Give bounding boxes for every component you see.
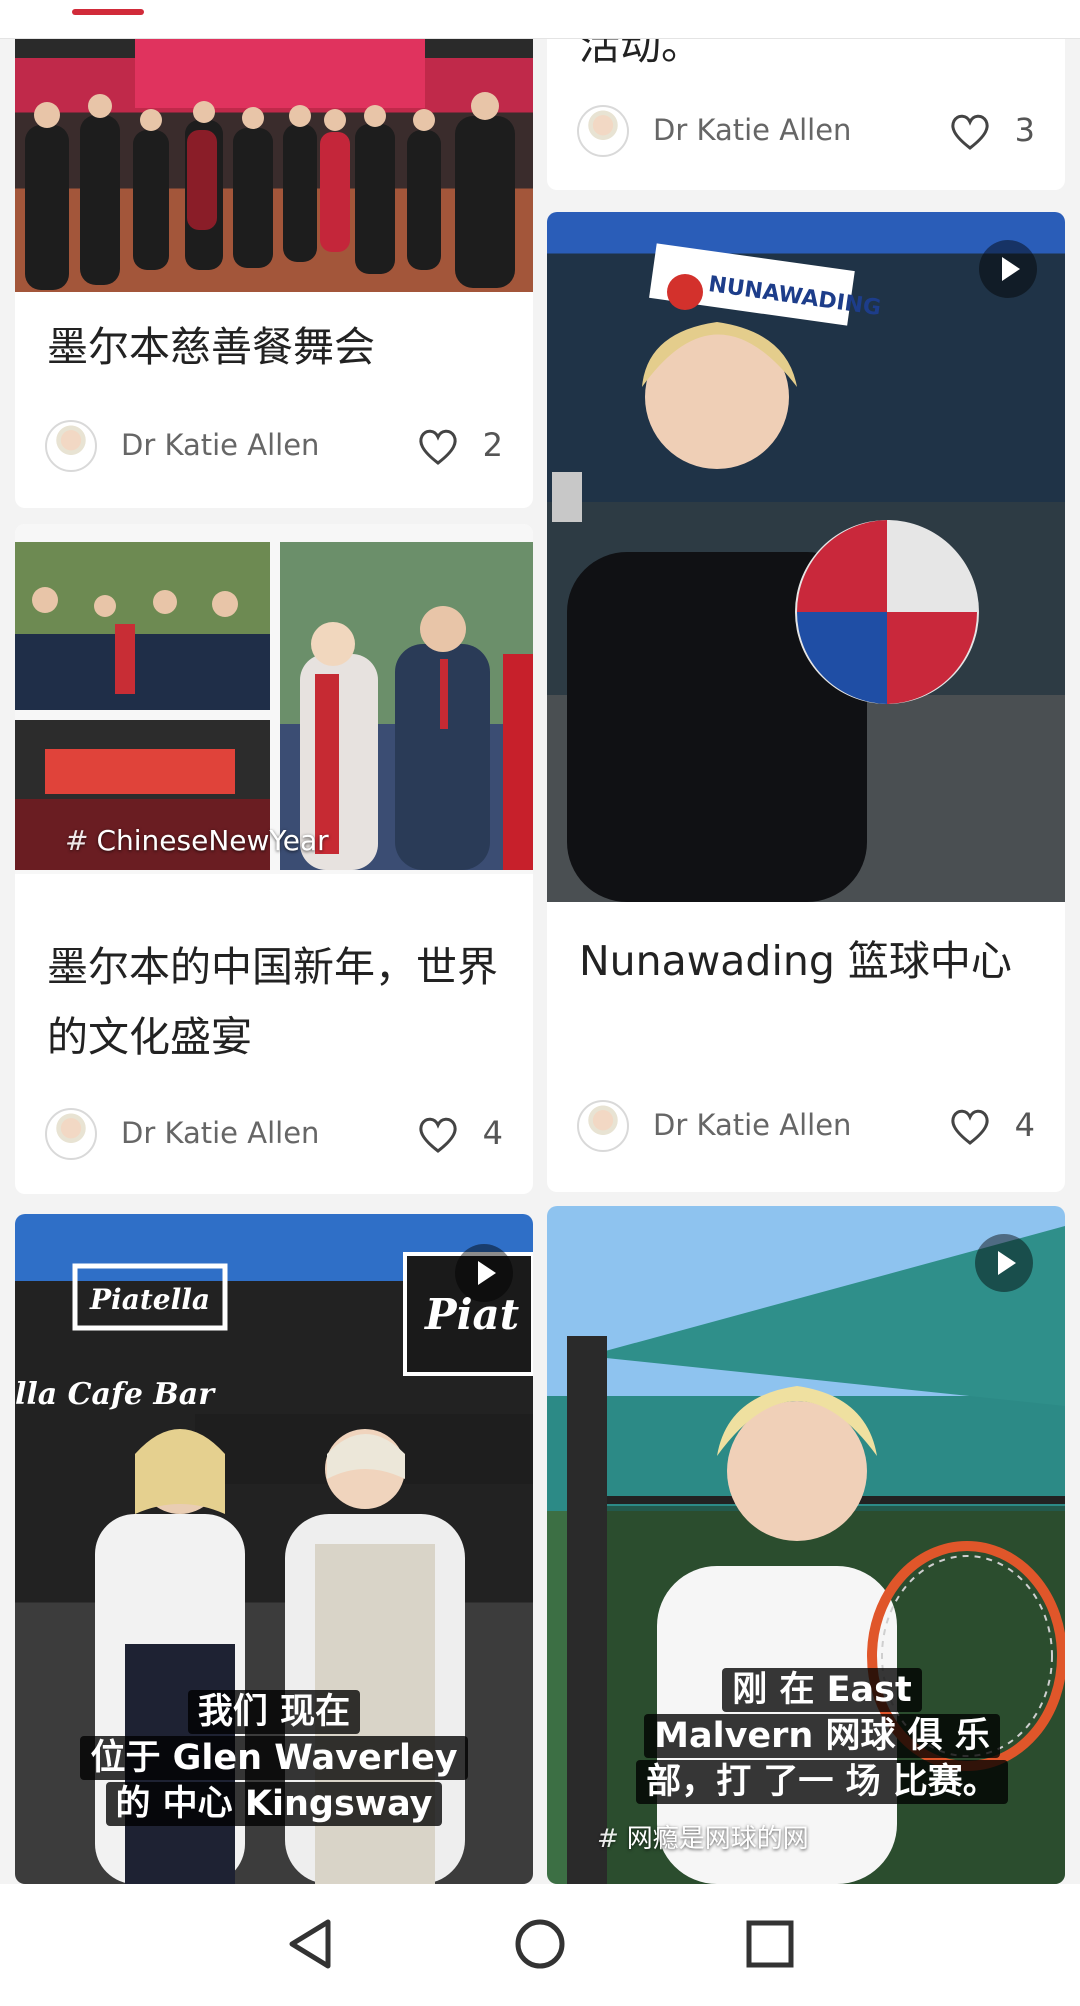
post-card-video-nunawading[interactable]: NUNAWADING Nunawading 篮球中心 Dr Katie Alle… <box>547 212 1065 1192</box>
author-name[interactable]: Dr Katie Allen <box>121 428 319 462</box>
post-author-row: Dr Katie Allen 3 <box>577 105 1035 161</box>
post-title: 墨尔本慈善餐舞会 <box>47 323 375 371</box>
play-icon[interactable] <box>455 1244 513 1302</box>
author-name[interactable]: Dr Katie Allen <box>121 1116 319 1150</box>
video-thumbnail: 刚 在 East Malvern 网球 俱 乐 部，打 了一 场 比赛。 # 网瘾… <box>547 1206 1065 1884</box>
active-tab-indicator <box>72 9 144 15</box>
like-count: 2 <box>482 426 503 464</box>
post-image <box>15 20 533 292</box>
back-icon[interactable] <box>280 1914 340 1974</box>
people-group-illustration <box>25 38 515 290</box>
hashtag-icon: # <box>597 1824 619 1854</box>
heart-icon <box>419 1117 457 1153</box>
post-card-video-glen-waverley[interactable]: Piatella lla Cafe Bar Piat 我们 现在 位于 Glen… <box>15 1214 533 1884</box>
play-icon[interactable] <box>975 1234 1033 1292</box>
post-author-row: Dr Katie Allen 4 <box>45 1108 503 1164</box>
like-count: 4 <box>482 1114 503 1152</box>
recents-icon[interactable] <box>740 1914 800 1974</box>
hashtag-label[interactable]: # ChineseNewYear <box>65 824 329 857</box>
heart-icon <box>951 114 989 150</box>
author-name[interactable]: Dr Katie Allen <box>653 113 851 147</box>
avatar[interactable] <box>577 105 629 157</box>
svg-text:lla Cafe Bar: lla Cafe Bar <box>15 1377 216 1412</box>
avatar[interactable] <box>45 420 97 472</box>
play-icon[interactable] <box>979 240 1037 298</box>
post-title: 墨尔本的中国新年，世界的文化盛宴 <box>47 943 498 1061</box>
video-thumbnail: Piatella lla Cafe Bar Piat 我们 现在 位于 Glen… <box>15 1214 533 1884</box>
video-subtitle: 刚 在 East Malvern 网球 俱 乐 部，打 了一 场 比赛。 <box>587 1668 1057 1806</box>
post-title: Nunawading 篮球中心 <box>579 937 1012 985</box>
heart-icon <box>951 1109 989 1145</box>
collage-illustration <box>15 542 533 870</box>
hashtag-icon: # <box>65 824 89 857</box>
video-thumbnail: NUNAWADING <box>547 212 1065 902</box>
home-icon[interactable] <box>510 1914 570 1974</box>
post-author-row: Dr Katie Allen 4 <box>577 1100 1035 1156</box>
post-card-video-east-malvern[interactable]: 刚 在 East Malvern 网球 俱 乐 部，打 了一 场 比赛。 # 网瘾… <box>547 1206 1065 1884</box>
post-card-charity-ball[interactable]: 墨尔本慈善餐舞会 Dr Katie Allen 2 <box>15 20 533 508</box>
svg-text:Piatella: Piatella <box>89 1283 210 1316</box>
system-navigation-bar <box>0 1884 1080 2006</box>
like-count: 3 <box>1014 111 1035 149</box>
top-tab-bar <box>0 0 1080 39</box>
heart-icon <box>419 429 457 465</box>
like-count: 4 <box>1014 1106 1035 1144</box>
avatar[interactable] <box>577 1100 629 1152</box>
scene-illustration: NUNAWADING <box>552 243 979 902</box>
post-image-collage: # ChineseNewYear <box>15 524 533 874</box>
video-subtitle: 我们 现在 位于 Glen Waverley 的 中心 Kingsway <box>15 1690 533 1828</box>
post-card-chinese-new-year[interactable]: # ChineseNewYear 墨尔本的中国新年，世界的文化盛宴 Dr Kati… <box>15 524 533 1194</box>
hashtag-label[interactable]: # 网瘾是网球的网 <box>597 1818 809 1855</box>
post-author-row: Dr Katie Allen 2 <box>45 420 503 476</box>
author-name[interactable]: Dr Katie Allen <box>653 1108 851 1142</box>
avatar[interactable] <box>45 1108 97 1160</box>
